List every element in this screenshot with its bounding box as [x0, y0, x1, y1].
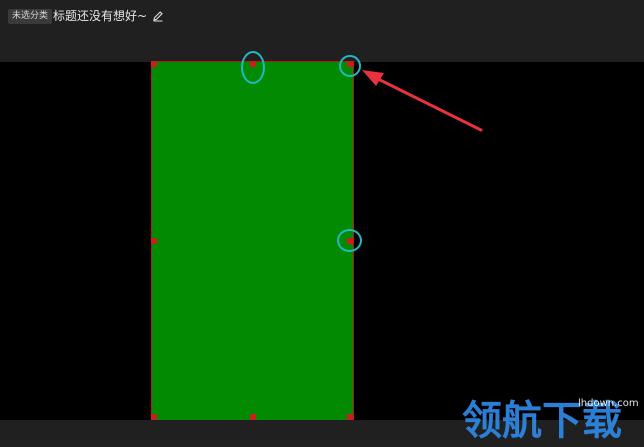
page-title[interactable]: 标题还没有想好~: [53, 8, 147, 24]
green-rectangle-shape[interactable]: [151, 61, 354, 421]
pencil-icon[interactable]: [152, 10, 164, 22]
resize-handle-top-left[interactable]: [151, 61, 157, 67]
category-tag[interactable]: 未选分类: [8, 9, 53, 24]
resize-handle-middle-left[interactable]: [151, 238, 157, 244]
watermark-logo: 领航下载 lhdown.com: [462, 398, 639, 444]
highlight-ring-middle-right: [337, 229, 362, 252]
top-bar: 未选分类 标题还没有想好~: [0, 0, 644, 62]
highlight-ring-top-right: [339, 55, 361, 77]
svg-text:lhdown.com: lhdown.com: [578, 398, 639, 409]
highlight-ring-top-center: [241, 51, 265, 84]
